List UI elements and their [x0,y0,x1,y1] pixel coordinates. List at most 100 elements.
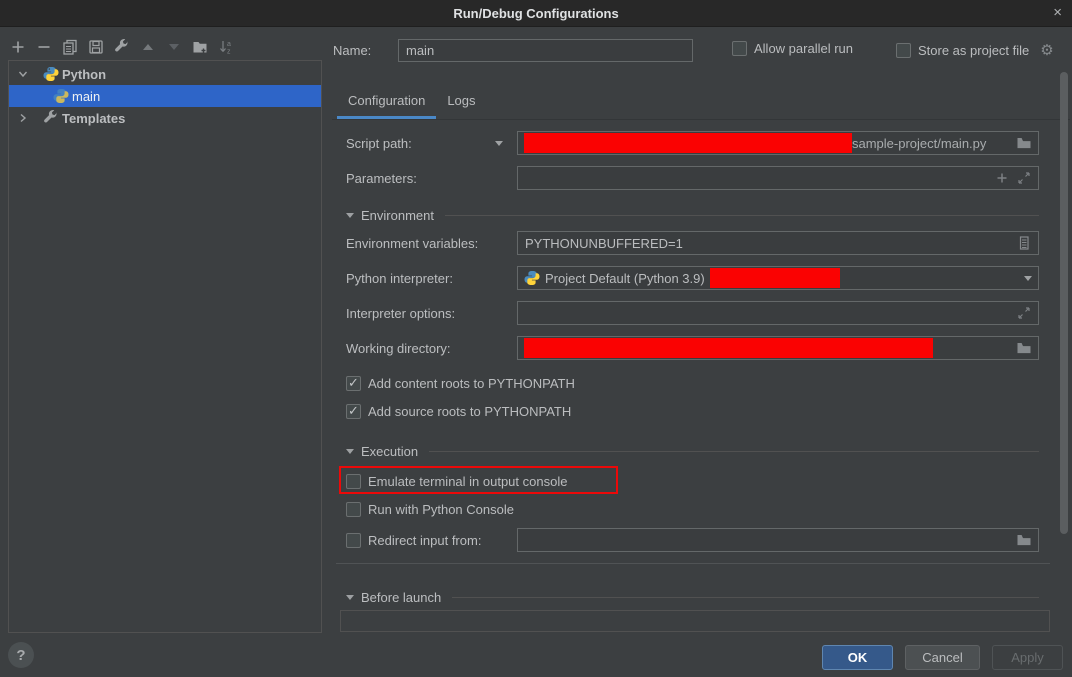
working-directory-input[interactable] [517,336,1039,360]
section-title: Before launch [361,590,441,605]
env-vars-value: PYTHONUNBUFFERED=1 [524,236,683,251]
section-collapse-icon[interactable] [346,213,354,218]
new-folder-icon[interactable] [192,39,208,55]
section-title: Environment [361,208,434,223]
ok-button-label: OK [848,650,868,665]
folder-browse-icon[interactable] [1016,135,1032,151]
vertical-scrollbar[interactable] [1060,72,1068,534]
name-input[interactable]: main [398,39,693,62]
section-title: Execution [361,444,418,459]
tab-label: Logs [447,93,475,108]
allow-parallel-run-label: Allow parallel run [754,41,853,56]
tree-toolbar: az [10,38,234,56]
templates-wrench-icon [43,110,59,126]
emulate-terminal-checkbox[interactable]: Emulate terminal in output console [346,473,567,489]
name-row: Name: main Allow parallel run Store as p… [333,39,1039,62]
python-icon [524,270,540,286]
add-source-roots-checkbox[interactable]: Add source roots to PYTHONPATH [346,403,571,419]
chevron-right-icon[interactable] [15,110,31,126]
execution-section-header[interactable]: Execution [346,443,1039,459]
allow-parallel-run-checkbox[interactable]: Allow parallel run [732,41,853,56]
dialog-titlebar: Run/Debug Configurations × [0,0,1072,27]
script-path-value: sample-project/main.py [852,136,986,151]
checkbox-checked-icon[interactable] [346,376,361,391]
script-path-row: Script path: sample-project/main.py [346,131,1039,155]
run-python-console-label: Run with Python Console [368,502,514,517]
close-icon[interactable]: × [1053,4,1062,22]
checkbox-icon[interactable] [896,43,911,58]
gear-icon[interactable]: ⚙ [1040,41,1053,59]
interpreter-options-label: Interpreter options: [346,306,455,321]
section-divider [445,215,1039,216]
svg-text:z: z [227,49,231,56]
redaction-block [524,338,933,358]
add-content-roots-checkbox[interactable]: Add content roots to PYTHONPATH [346,375,575,391]
environment-section-header[interactable]: Environment [346,207,1039,223]
working-directory-row: Working directory: [346,336,1039,360]
copy-icon[interactable] [62,39,78,55]
tree-item-templates[interactable]: Templates [9,107,321,129]
ok-button[interactable]: OK [822,645,893,670]
env-vars-label: Environment variables: [346,236,478,251]
interpreter-options-input[interactable] [517,301,1039,325]
apply-button[interactable]: Apply [992,645,1063,670]
section-collapse-icon[interactable] [346,449,354,454]
interpreter-select[interactable]: Project Default (Python 3.9) [517,266,1039,290]
interpreter-label: Python interpreter: [346,271,453,286]
edit-templates-icon[interactable] [114,39,130,55]
scroll-area-divider [336,563,1050,564]
interpreter-value: Project Default (Python 3.9) [545,271,705,286]
python-icon [53,88,69,104]
folder-browse-icon[interactable] [1016,532,1032,548]
add-macro-icon[interactable] [994,170,1010,186]
env-vars-input[interactable]: PYTHONUNBUFFERED=1 [517,231,1039,255]
script-path-input[interactable]: sample-project/main.py [517,131,1039,155]
tab-configuration[interactable]: Configuration [337,87,436,119]
tab-logs[interactable]: Logs [436,87,486,119]
move-up-icon[interactable] [140,39,156,55]
before-launch-section-header[interactable]: Before launch [346,589,1039,605]
cancel-button[interactable]: Cancel [905,645,980,670]
tree-item-python[interactable]: Python [9,63,321,85]
edit-variables-icon[interactable] [1016,235,1032,251]
checkbox-icon[interactable] [346,533,361,548]
expand-editor-icon[interactable] [1016,305,1032,321]
folder-browse-icon[interactable] [1016,340,1032,356]
interpreter-options-row: Interpreter options: [346,301,1039,325]
redirect-input-checkbox[interactable]: Redirect input from: [346,533,481,548]
interpreter-row: Python interpreter: Project Default (Pyt… [346,266,1039,290]
help-icon: ? [16,647,25,664]
redirect-input-input[interactable] [517,528,1039,552]
checkbox-icon[interactable] [346,474,361,489]
configurations-sidebar: az Python main Templates ? [0,27,330,677]
script-path-label: Script path: [346,136,412,151]
run-python-console-checkbox[interactable]: Run with Python Console [346,501,514,517]
section-collapse-icon[interactable] [346,595,354,600]
before-launch-task-list[interactable] [340,610,1050,632]
checkbox-icon[interactable] [732,41,747,56]
tree-item-main[interactable]: main [9,85,321,107]
tree-item-label: Templates [62,111,125,126]
add-icon[interactable] [10,39,26,55]
checkbox-icon[interactable] [346,502,361,517]
remove-icon[interactable] [36,39,52,55]
configurations-tree: Python main Templates [8,60,322,633]
help-button[interactable]: ? [8,642,34,668]
tabs-divider [332,119,1070,120]
sort-alphabetically-icon[interactable]: az [218,39,234,55]
expand-editor-icon[interactable] [1016,170,1032,186]
dropdown-arrow-icon[interactable] [1024,276,1032,281]
redaction-block [710,268,840,288]
chevron-down-icon[interactable] [15,66,31,82]
move-down-icon[interactable] [166,39,182,55]
tab-bar: Configuration Logs [337,87,487,119]
script-path-dropdown-icon[interactable] [495,141,503,146]
checkbox-checked-icon[interactable] [346,404,361,419]
parameters-row: Parameters: [346,166,1039,190]
cancel-button-label: Cancel [922,650,962,665]
save-icon[interactable] [88,39,104,55]
store-as-project-file-checkbox[interactable]: Store as project file ⚙ [896,41,1054,59]
name-label: Name: [333,43,371,58]
parameters-input[interactable] [517,166,1039,190]
redaction-block [524,133,852,153]
